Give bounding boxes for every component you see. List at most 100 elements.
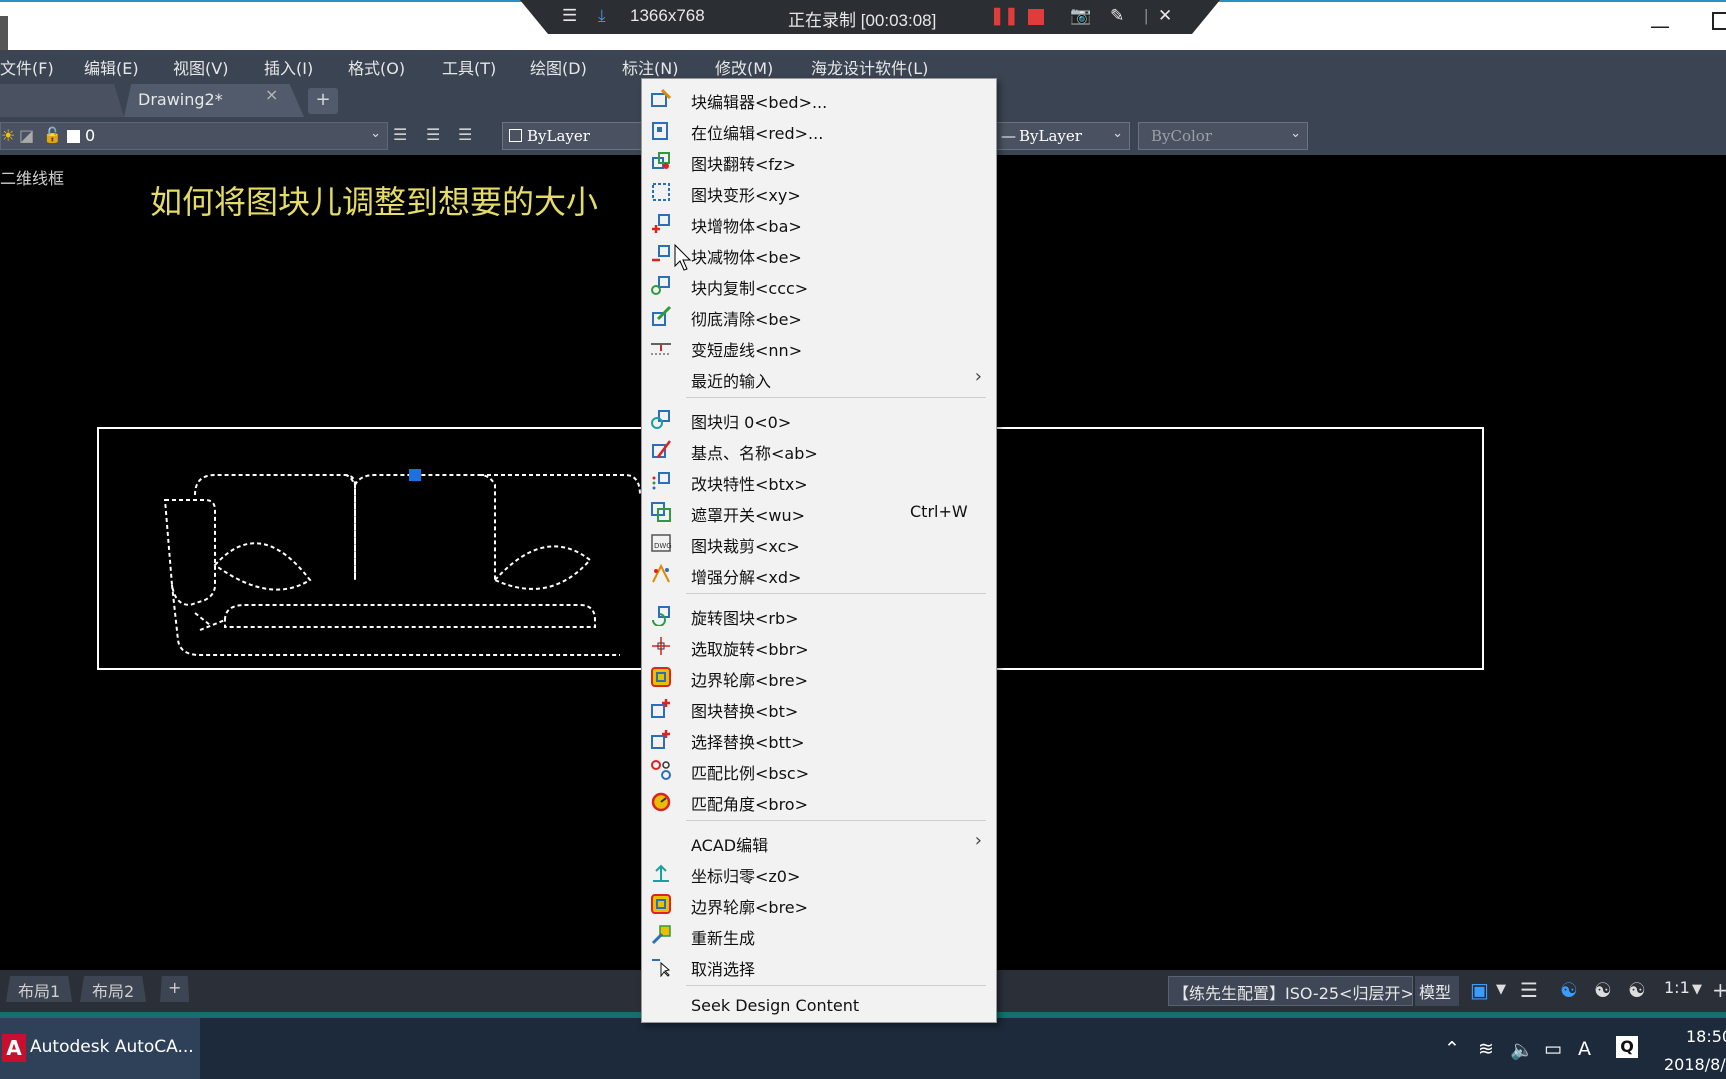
menu-item-select-replace[interactable]: 选择替换<btt> [642, 724, 996, 754]
recorder-pin-icon[interactable]: ⤓ [598, 6, 606, 26]
camera-icon[interactable]: 📷 [1070, 6, 1091, 26]
pen-icon[interactable]: ✎ [1110, 6, 1124, 26]
plotstyle-combo[interactable]: ByColor ⌄ [1138, 122, 1308, 150]
menu-item-recent-input[interactable]: 最近的输入 › [642, 363, 996, 393]
linetype-combo[interactable]: — ByLayer ⌄ [996, 122, 1130, 150]
menu-dimension[interactable]: 标注(N) [622, 55, 678, 79]
recorder-divider: | [1144, 6, 1149, 25]
menu-item-wipeout-toggle[interactable]: 遮罩开关<wu> Ctrl+W [642, 497, 996, 527]
chevron-down-icon: ⌄ [1112, 126, 1123, 141]
properties-icon[interactable]: ☰ [1520, 978, 1538, 1002]
menu-item-block-replace[interactable]: 图块替换<bt> [642, 693, 996, 723]
menu-item-short-dash[interactable]: 变短虚线<nn> [642, 332, 996, 362]
menu-tools[interactable]: 工具(T) [442, 55, 496, 79]
menu-item-block-flip[interactable]: 图块翻转<fz> [642, 146, 996, 176]
plus-icon[interactable]: + [1712, 978, 1726, 1002]
menu-item-acad-edit[interactable]: ACAD编辑 › [642, 827, 996, 857]
short-dash-icon [650, 336, 672, 358]
select-replace-icon [650, 728, 672, 750]
menu-item-match-angle[interactable]: 匹配角度<bro> [642, 786, 996, 816]
menu-item-boundary-outline[interactable]: 边界轮廓<bre> [642, 662, 996, 692]
sofa-seat [224, 604, 596, 628]
viewport-icon[interactable]: ▣ [1470, 978, 1489, 1002]
layer-state-icon[interactable]: ☰ [458, 125, 480, 147]
menu-insert[interactable]: 插入(I) [264, 55, 313, 79]
sofa-base [171, 584, 620, 656]
tab-close-icon[interactable]: × [265, 85, 278, 104]
wifi-icon[interactable]: ≋ [1478, 1038, 1494, 1060]
menu-item-deselect[interactable]: 取消选择 [642, 951, 996, 981]
menu-item-block-remove-object[interactable]: 块减物体<be> [642, 239, 996, 269]
annotation-scale-value[interactable]: 1:1 [1664, 978, 1690, 997]
layer-previous-icon[interactable]: ☰ [426, 125, 448, 147]
menu-item-coords-zero[interactable]: 坐标归零<z0> [642, 858, 996, 888]
menu-item-regen[interactable]: 重新生成 [642, 920, 996, 950]
menu-item-block-clip[interactable]: DWG 图块裁剪<xc> [642, 528, 996, 558]
annotation-scale-icon[interactable]: ☯ [1628, 978, 1646, 1002]
menu-draw[interactable]: 绘图(D) [530, 55, 587, 79]
block-flip-icon [650, 150, 672, 172]
chevron-down-icon[interactable]: ▼ [1496, 982, 1506, 997]
layer-color-swatch [67, 130, 80, 143]
menu-format[interactable]: 格式(O) [348, 55, 405, 79]
linetype-value: — [1001, 127, 1016, 145]
screen-recorder-bar: ☰ ⤓ 1366x768 正在录制 [00:03:08] ❚❚ 📷 ✎ | ✕ [520, 0, 1220, 34]
submenu-arrow-icon: › [974, 366, 982, 387]
clock-date[interactable]: 2018/8/ [1664, 1055, 1726, 1074]
quick-access-stub[interactable] [0, 16, 8, 50]
layer-combo[interactable]: ☀ ◪ 🔓 0 ⌄ [0, 122, 388, 150]
sofa-left-arm [163, 499, 216, 607]
block-replace-icon [650, 697, 672, 719]
recorder-menu-icon[interactable]: ☰ [562, 6, 577, 26]
new-tab-button[interactable]: + [308, 88, 338, 114]
menu-item-explode[interactable]: 增强分解<xd> [642, 559, 996, 589]
tab-start[interactable] [0, 84, 124, 117]
layer-match-icon[interactable]: ☰ [393, 125, 415, 147]
color-combo[interactable]: ByLayer [502, 122, 642, 150]
annotation-autoscale-icon[interactable]: ☯ [1594, 978, 1612, 1002]
menu-item-match-scale[interactable]: 匹配比例<bsc> [642, 755, 996, 785]
menu-item-seek-design[interactable]: Seek Design Content [642, 991, 996, 1021]
pause-icon[interactable]: ❚❚ [990, 6, 1019, 26]
battery-icon[interactable]: ▭ [1544, 1038, 1562, 1060]
stop-icon[interactable] [1028, 9, 1044, 25]
menu-item-purge[interactable]: 彻底清除<be> [642, 301, 996, 331]
visual-style-label[interactable]: 二维线框 [0, 165, 64, 189]
menu-item-block-copy[interactable]: 块内复制<ccc> [642, 270, 996, 300]
menu-item-block-deform[interactable]: 图块变形<xy> [642, 177, 996, 207]
layout-tab-2[interactable]: 布局2 [80, 976, 147, 1002]
volume-muted-icon[interactable]: 🔈 [1510, 1038, 1534, 1061]
recorder-resolution: 1366x768 [630, 6, 705, 25]
chevron-down-icon[interactable]: ▼ [1692, 982, 1702, 997]
app-tray-icon[interactable]: Q [1616, 1036, 1638, 1058]
input-method-icon[interactable]: A [1578, 1038, 1591, 1060]
sofa-block[interactable] [150, 455, 670, 656]
menu-item-pick-rotate[interactable]: 选取旋转<bbr> [642, 631, 996, 661]
menu-edit[interactable]: 编辑(E) [84, 55, 139, 79]
menu-item-refedit[interactable]: 在位编辑<red>... [642, 115, 996, 145]
menu-item-rotate-block[interactable]: 旋转图块<rb> [642, 600, 996, 630]
menu-item-block-editor[interactable]: 块编辑器<bed>... [642, 84, 996, 114]
annotation-visibility-icon[interactable]: ☯ [1560, 978, 1578, 1002]
clock-time[interactable]: 18:50 [1686, 1027, 1726, 1046]
menu-item-basepoint-name[interactable]: 基点、名称<ab> [642, 435, 996, 465]
pick-rotate-icon [650, 635, 672, 657]
model-space-button[interactable]: 模型 [1415, 976, 1459, 1006]
status-config-label[interactable]: 【练先生配置】ISO-25<归层开> [1168, 976, 1413, 1006]
recorder-close-icon[interactable]: ✕ [1158, 6, 1172, 26]
menu-item-block-property[interactable]: 改块特性<btx> [642, 466, 996, 496]
menu-item-block-add-object[interactable]: 块增物体<ba> [642, 208, 996, 238]
menu-item-block-zero[interactable]: 图块归 0<0> [642, 404, 996, 434]
minimize-icon[interactable]: — [1650, 14, 1670, 38]
menu-modify[interactable]: 修改(M) [715, 55, 773, 79]
menu-item-boundary-outline-2[interactable]: 边界轮廓<bre> [642, 889, 996, 919]
tray-chevron-icon[interactable]: ⌃ [1444, 1038, 1460, 1060]
layout-tab-1[interactable]: 布局1 [6, 976, 73, 1002]
taskbar-autocad[interactable]: A Autodesk AutoCA... [0, 1018, 200, 1079]
add-layout-button[interactable]: + [160, 976, 190, 1002]
grip-handle[interactable] [409, 469, 421, 481]
menu-file[interactable]: 文件(F) [0, 55, 54, 79]
menu-hailong[interactable]: 海龙设计软件(L) [811, 55, 928, 79]
maximize-icon[interactable] [1712, 12, 1726, 30]
menu-view[interactable]: 视图(V) [173, 55, 228, 79]
